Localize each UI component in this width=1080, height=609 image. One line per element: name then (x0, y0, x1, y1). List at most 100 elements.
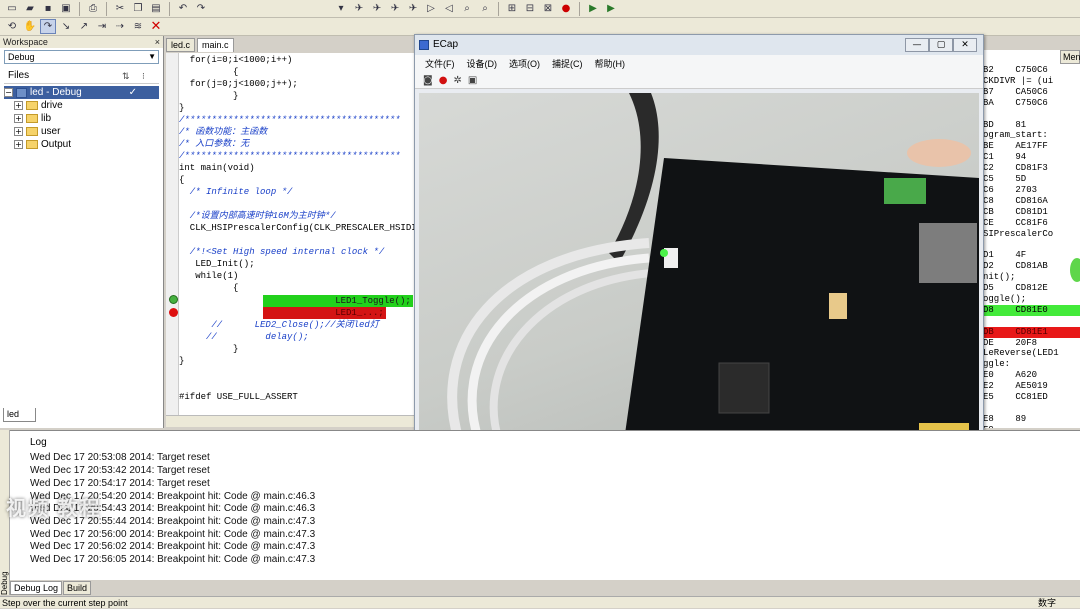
bookmark-icon[interactable]: ▷ (423, 1, 439, 16)
make-icon[interactable]: ⊟ (522, 1, 538, 16)
cut-icon[interactable]: ✂ (112, 1, 128, 16)
menu-file[interactable]: 文件(F) (425, 55, 455, 73)
tree-item-drive[interactable]: + drive (4, 99, 159, 112)
side-handle-icon[interactable] (1070, 258, 1080, 282)
disassembly-line: D1 4F (983, 250, 1027, 261)
toolbar-separator (79, 1, 80, 16)
step-into-icon[interactable]: ↘ (58, 19, 74, 34)
close-button[interactable]: ✕ (953, 38, 977, 52)
open-icon[interactable]: ▰ (22, 1, 38, 16)
folder-label: Output (41, 139, 72, 150)
disassembly-line: DB CD81E1 (983, 326, 1080, 338)
save-all-icon[interactable]: ▣ (58, 1, 74, 16)
project-icon (16, 87, 27, 98)
minimize-button[interactable]: — (905, 38, 929, 52)
configuration-select[interactable]: Debug ▼ (4, 50, 159, 64)
expand-icon[interactable]: + (14, 101, 23, 110)
tab-build[interactable]: Build (63, 581, 92, 595)
download-debug-icon[interactable]: ▶ (585, 1, 601, 16)
tree-item-output[interactable]: + Output (4, 138, 159, 151)
expand-icon[interactable]: + (14, 140, 23, 149)
menu-capture[interactable]: 捕捉(C) (552, 55, 583, 73)
menu-options[interactable]: 选项(O) (509, 55, 540, 73)
code-line: { (179, 283, 239, 293)
disassembly-line: SIPrescalerCo (983, 228, 1054, 239)
sort-icon[interactable]: ⇅ (122, 68, 130, 84)
file-tree: − led - Debug ✓ + drive + lib + user + O… (4, 86, 159, 151)
go-icon[interactable]: ≋ (130, 19, 146, 34)
pin-icon[interactable]: ✈ (405, 1, 421, 16)
copy-icon[interactable]: ❐ (130, 1, 146, 16)
pin-icon[interactable]: ✈ (351, 1, 367, 16)
expand-icon[interactable]: + (14, 127, 23, 136)
ecap-window: ECap — ▢ ✕ 文件(F) 设备(D) 选项(O) 捕捉(C) 帮助(H)… (414, 34, 984, 462)
paste-icon[interactable]: ▤ (148, 1, 164, 16)
collapse-icon[interactable]: − (4, 88, 13, 97)
tree-item-project[interactable]: − led - Debug ✓ (4, 86, 159, 99)
workspace-title-label: Workspace (3, 37, 48, 47)
breakpoint-icon[interactable] (169, 308, 178, 317)
stop-debugging-icon[interactable]: ✕ (148, 19, 164, 34)
tab-debug-log[interactable]: Debug Log (10, 581, 63, 595)
redo-icon[interactable]: ↷ (193, 1, 209, 16)
find-icon[interactable]: ⌕ (459, 1, 475, 16)
step-over-icon[interactable]: ↷ (40, 19, 56, 34)
expand-icon[interactable]: + (14, 114, 23, 123)
files-label: Files (8, 70, 30, 81)
current-statement-arrow-icon[interactable] (169, 295, 178, 304)
tree-item-lib[interactable]: + lib (4, 112, 159, 125)
dropdown-arrow-icon[interactable]: ▾ (333, 1, 349, 16)
pin-icon[interactable]: ✈ (387, 1, 403, 16)
camera-icon[interactable]: ◙ (423, 75, 433, 86)
folder-icon (26, 114, 38, 123)
next-statement-icon[interactable]: ⇥ (94, 19, 110, 34)
save-icon[interactable]: ▪ (40, 1, 56, 16)
ecap-title-bar[interactable]: ECap — ▢ ✕ (415, 35, 983, 55)
disassembly-line: C6 2703 (983, 184, 1038, 195)
breakpoint-icon[interactable]: ● (558, 1, 574, 16)
options-icon[interactable]: ⁝ (142, 68, 145, 84)
menu-device[interactable]: 设备(D) (467, 55, 498, 73)
maximize-button[interactable]: ▢ (929, 38, 953, 52)
tab-led-c[interactable]: led.c (166, 38, 196, 52)
compile-icon[interactable]: ⊞ (504, 1, 520, 16)
close-icon[interactable]: × (155, 36, 160, 48)
disassembly-line (983, 239, 1080, 250)
tree-item-user[interactable]: + user (4, 125, 159, 138)
camera-preview (419, 93, 979, 441)
ribbon-cable (467, 253, 650, 441)
step-out-icon[interactable]: ↗ (76, 19, 92, 34)
image-icon[interactable]: ▣ (468, 75, 477, 86)
new-file-icon[interactable]: ▭ (4, 1, 20, 16)
disassembly-line (983, 316, 1080, 327)
bookmark-icon[interactable]: ◁ (441, 1, 457, 16)
break-icon[interactable]: ✋ (22, 19, 38, 34)
undo-icon[interactable]: ↶ (175, 1, 191, 16)
horizontal-scrollbar[interactable] (166, 415, 416, 427)
disassembly-line: nit(); (983, 272, 1016, 283)
disassembly-line: B2 C750C6 (983, 65, 1048, 75)
cable-shadow (609, 93, 659, 263)
find-icon[interactable]: ⌕ (477, 1, 493, 16)
settings-icon[interactable]: ✲ (453, 75, 461, 86)
code-editor[interactable]: for(i=0;i<1000;i++) { for(j=0;j<1000;j++… (179, 53, 415, 415)
print-icon[interactable]: ⎙ (85, 1, 101, 16)
folder-label: drive (41, 100, 63, 111)
reset-icon[interactable]: ⟲ (4, 19, 20, 34)
workspace-tab-led[interactable]: led (3, 408, 36, 422)
run-to-cursor-icon[interactable]: ⇢ (112, 19, 128, 34)
record-icon[interactable]: ● (439, 75, 448, 86)
check-icon: ✓ (128, 87, 137, 98)
menu-help[interactable]: 帮助(H) (595, 55, 626, 73)
disassembly-line (983, 109, 1080, 120)
ecap-toolbar: ◙ ● ✲ ▣ (415, 73, 983, 89)
tab-main-c[interactable]: main.c (197, 38, 234, 52)
editor-gutter[interactable] (166, 53, 179, 415)
disassembly-panel[interactable]: B2 C750C6 CKDIVR |= (ui B7 CA50C6 BA C750C6… (983, 50, 1080, 428)
pin-icon[interactable]: ✈ (369, 1, 385, 16)
status-num-lock: 数字 (1037, 598, 1056, 608)
stop-build-icon[interactable]: ⊠ (540, 1, 556, 16)
memory-tab[interactable]: Men (1060, 50, 1080, 64)
code-line: // delay(); (179, 332, 309, 342)
debug-icon[interactable]: ▶ (603, 1, 619, 16)
